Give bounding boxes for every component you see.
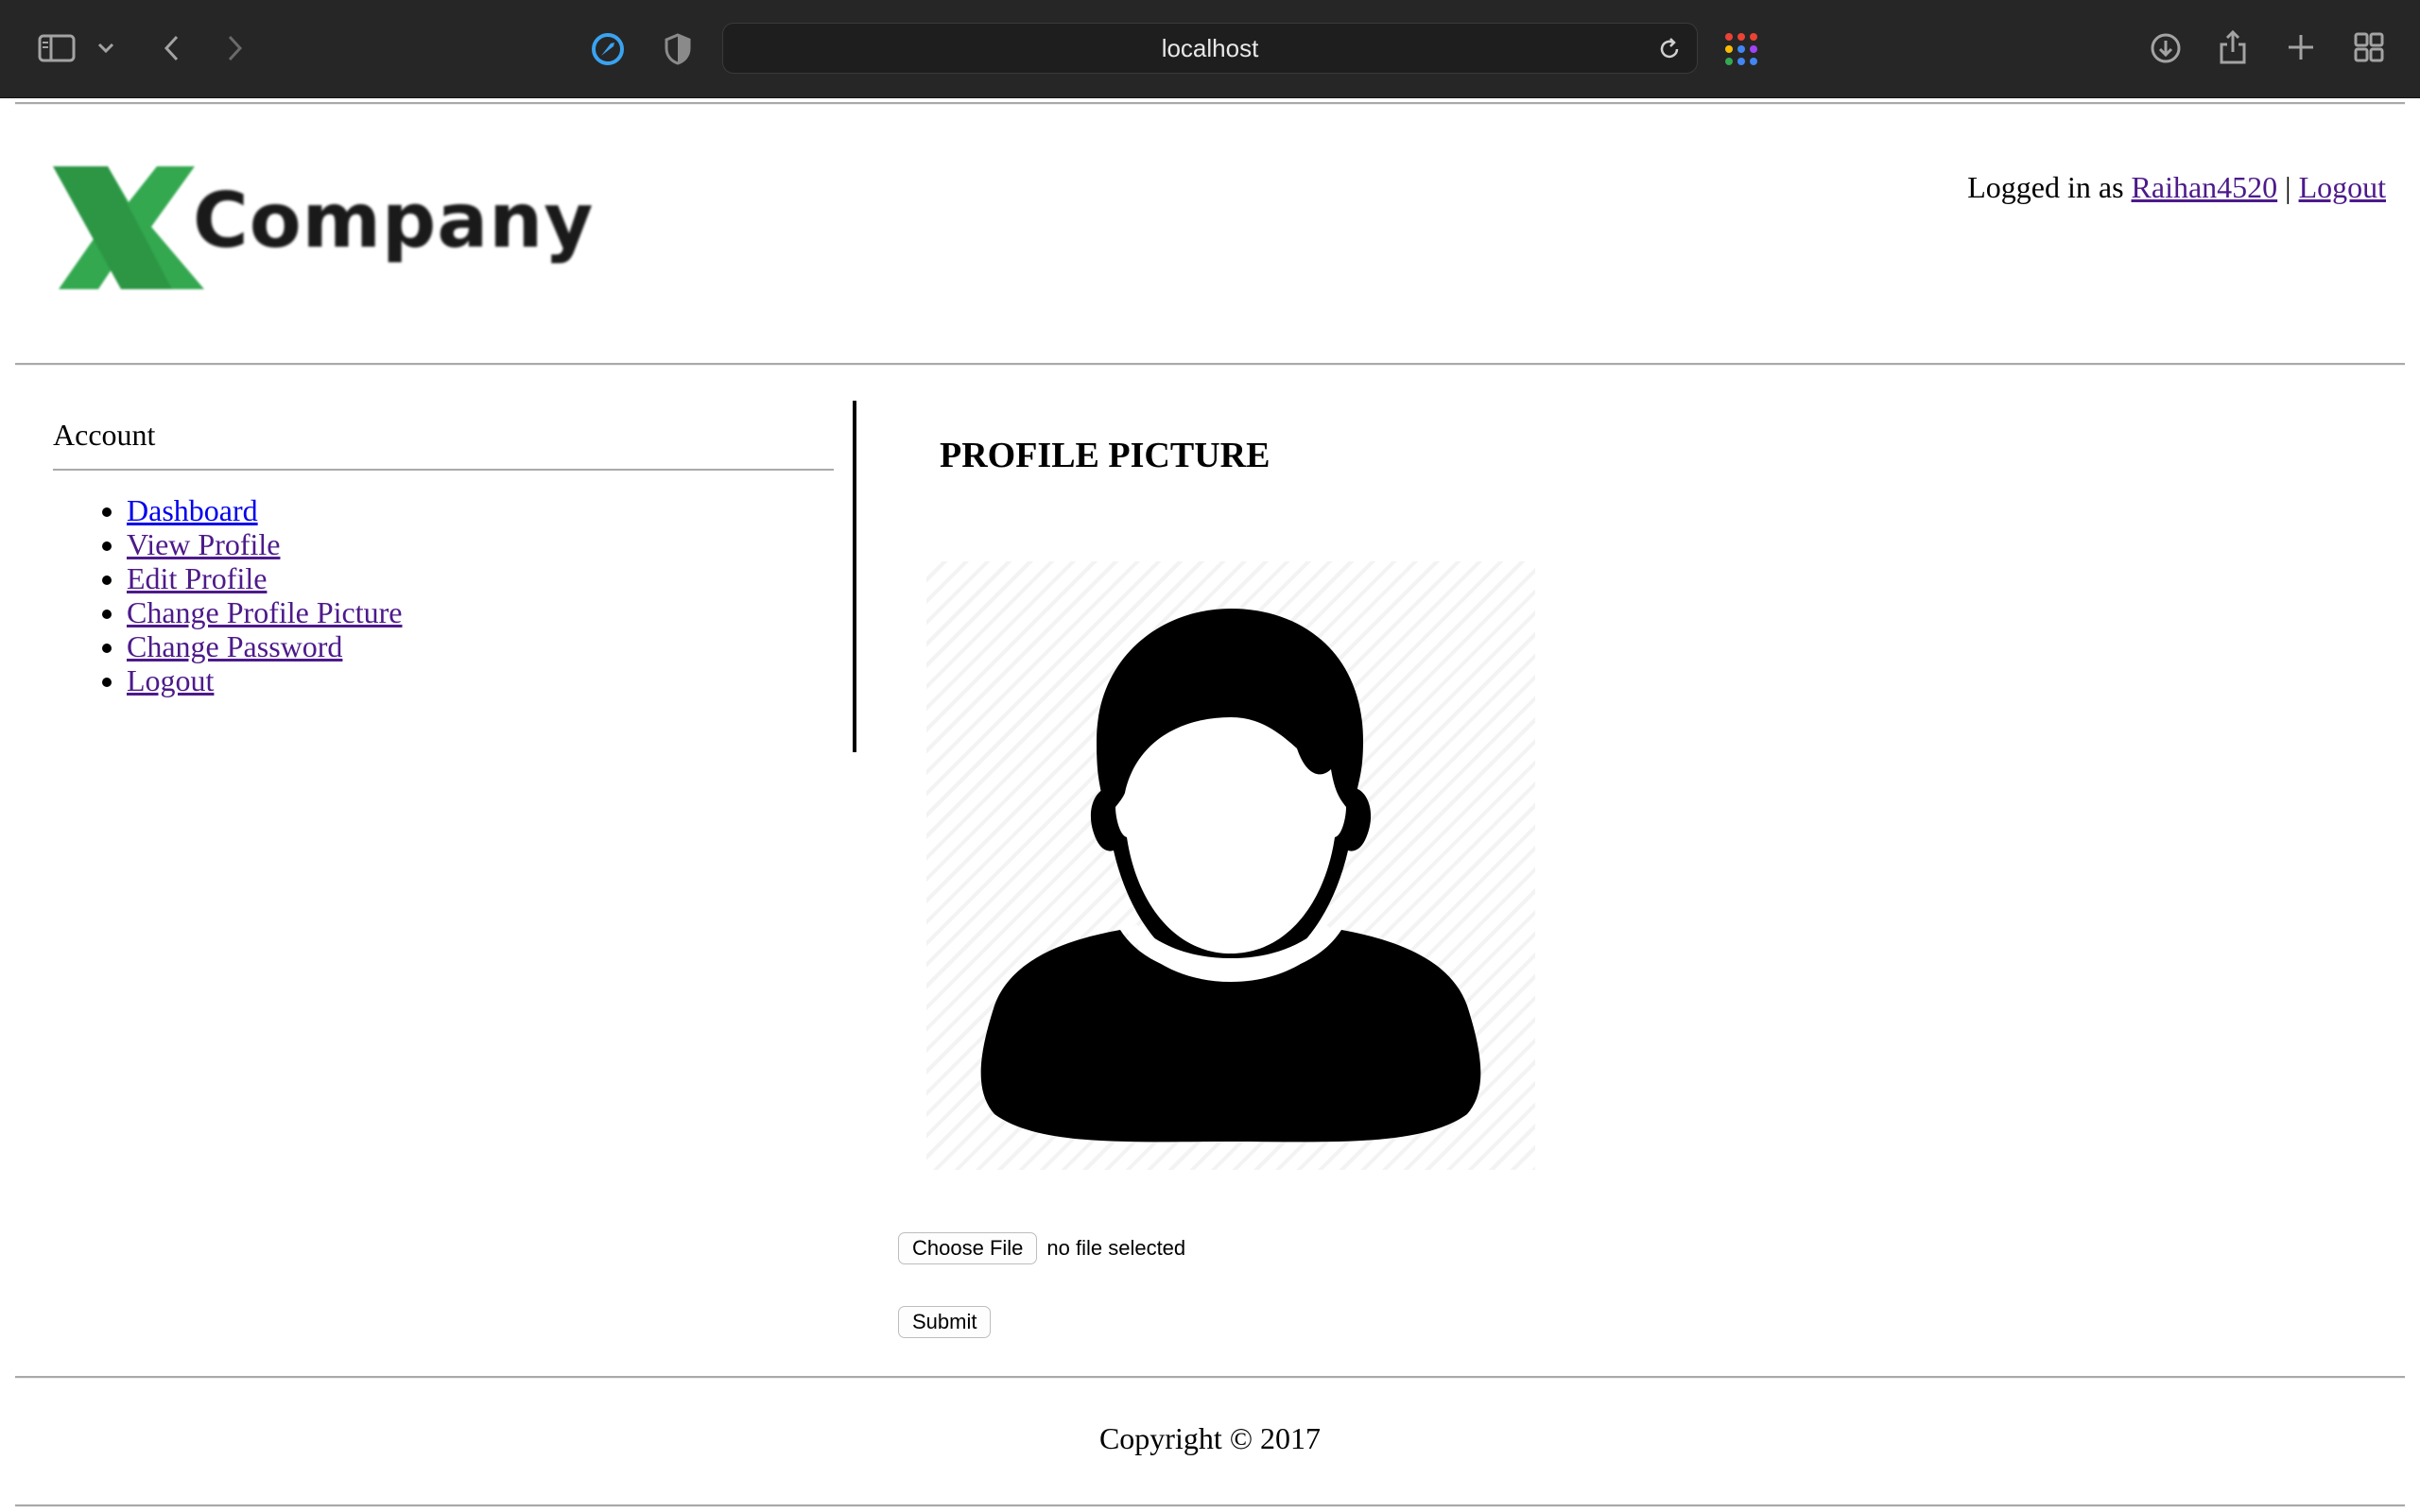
extensions-grid-icon[interactable] — [1722, 30, 1760, 68]
privacy-report-icon[interactable] — [590, 31, 626, 67]
sidebar-logout-link[interactable]: Logout — [127, 663, 214, 697]
logged-in-label: Logged in as — [1967, 170, 2124, 204]
sidebar-item-dashboard: Dashboard — [127, 493, 834, 527]
submit-button[interactable]: Submit — [898, 1306, 992, 1338]
sidebar-menu: Dashboard View Profile Edit Profile Chan… — [53, 493, 834, 697]
sidebar: Account Dashboard View Profile Edit Prof… — [53, 416, 834, 697]
address-bar[interactable]: localhost — [722, 23, 1698, 74]
copyright-text: Copyright © 2017 — [1098, 1421, 1322, 1455]
submit-row: Submit — [898, 1306, 992, 1338]
logo-text: Company — [193, 177, 595, 265]
back-icon[interactable] — [157, 32, 185, 64]
file-status-text: no file selected — [1046, 1236, 1186, 1260]
sidebar-item-change-profile-picture: Change Profile Picture — [127, 595, 834, 629]
change-profile-picture-link[interactable]: Change Profile Picture — [127, 595, 402, 629]
profile-picture — [926, 561, 1535, 1170]
top-divider — [15, 102, 2405, 105]
header-divider — [15, 363, 2405, 366]
company-logo[interactable]: Company — [53, 161, 593, 293]
change-password-link[interactable]: Change Password — [127, 629, 342, 663]
sidebar-item-change-password: Change Password — [127, 629, 834, 663]
sidebar-item-view-profile: View Profile — [127, 527, 834, 561]
page-title: PROFILE PICTURE — [940, 436, 1270, 475]
dashboard-link[interactable]: Dashboard — [127, 493, 258, 527]
username-link[interactable]: Raihan4520 — [2132, 170, 2278, 204]
sidebar-title: Account — [53, 416, 834, 471]
forward-icon[interactable] — [221, 32, 250, 64]
new-tab-icon[interactable] — [2284, 30, 2318, 64]
footer-divider — [15, 1376, 2405, 1379]
logo-x-mark — [53, 166, 204, 289]
sidebar-icon[interactable] — [36, 32, 78, 64]
chevron-down-icon[interactable] — [95, 38, 117, 59]
sidebar-item-edit-profile: Edit Profile — [127, 561, 834, 595]
choose-file-button[interactable]: Choose File — [898, 1232, 1038, 1264]
header-logout-link[interactable]: Logout — [2299, 170, 2386, 204]
login-info: Logged in as Raihan4520 | Logout — [1967, 170, 2386, 205]
page-content: Company Logged in as Raihan4520 | Logout… — [0, 98, 2420, 1512]
bottom-divider — [15, 1504, 2405, 1507]
share-icon[interactable] — [2216, 28, 2250, 66]
separator: | — [2285, 170, 2291, 204]
vertical-divider — [853, 401, 856, 752]
browser-toolbar: localhost — [0, 0, 2420, 98]
user-silhouette-icon — [980, 609, 1481, 1143]
sidebar-item-logout: Logout — [127, 663, 834, 697]
edit-profile-link[interactable]: Edit Profile — [127, 561, 267, 595]
tab-overview-icon[interactable] — [2352, 30, 2386, 64]
download-icon[interactable] — [2148, 30, 2184, 66]
shield-icon[interactable] — [662, 31, 694, 67]
file-upload-row: Choose File no file selected — [898, 1232, 1185, 1264]
view-profile-link[interactable]: View Profile — [127, 527, 280, 561]
reload-icon[interactable] — [1655, 35, 1684, 63]
url-text[interactable]: localhost — [723, 24, 1697, 73]
